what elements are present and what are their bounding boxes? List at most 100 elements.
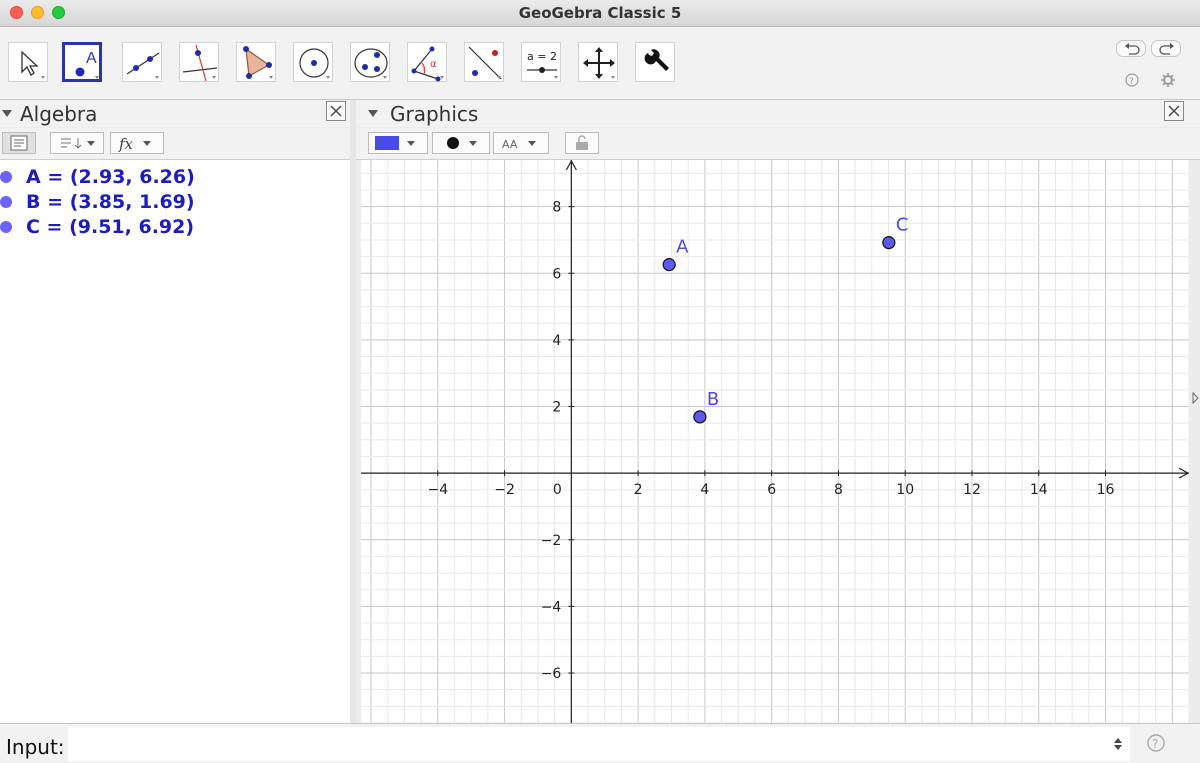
reflect-tool-button[interactable] — [464, 42, 504, 82]
graphics-plot[interactable]: −4 −2 0 2 4 6 8 10 12 14 16 8 6 4 2 −2 −4 −6 A B C — [361, 160, 1189, 723]
polygon-icon — [243, 46, 273, 79]
input-label: Input: — [6, 735, 65, 759]
color-dropdown[interactable] — [368, 132, 428, 154]
graphics-view-title: Graphics — [390, 102, 479, 126]
lock-toggle[interactable] — [565, 132, 599, 154]
y-tick-label: 2 — [552, 400, 561, 416]
angle-tool-button[interactable]: α — [407, 42, 447, 82]
slider-icon: a = 2 — [527, 50, 558, 79]
svg-text:fx: fx — [118, 135, 134, 153]
y-tick-label: −4 — [541, 599, 562, 615]
svg-text:?: ? — [1129, 77, 1134, 87]
x-tick-label: 12 — [963, 482, 981, 498]
algebra-item-c[interactable]: C = (9.51, 6.92) — [0, 215, 340, 239]
algebra-item-text: C = (9.51, 6.92) — [26, 216, 195, 238]
sort-icon — [61, 138, 95, 149]
point-b — [693, 410, 707, 424]
sort-objects-dropdown[interactable] — [50, 132, 104, 154]
y-tick-label: −2 — [541, 533, 562, 549]
input-field[interactable] — [68, 727, 1130, 761]
input-bar: Input: ? — [0, 723, 1200, 763]
x-tick-label: −4 — [427, 482, 448, 498]
line-tool-button[interactable] — [122, 42, 162, 82]
four-way-arrow-icon — [583, 47, 615, 79]
input-help-icon[interactable]: ? — [1146, 733, 1166, 753]
algebra-view-header: Algebra — [0, 100, 352, 127]
window-title: GeoGebra Classic 5 — [518, 4, 682, 22]
algebra-view-title: Algebra — [20, 102, 98, 126]
window-title-bar: GeoGebra Classic 5 — [0, 0, 1200, 27]
graphics-close-button[interactable] — [1164, 101, 1184, 121]
color-swatch-icon — [375, 136, 415, 150]
graphics-style-bar: AA — [356, 128, 1200, 160]
algebra-style-bar: fx — [0, 128, 352, 160]
close-icon — [1168, 105, 1180, 117]
move-tool-button[interactable] — [8, 42, 48, 82]
slider-value-label: a = 2 — [527, 50, 557, 63]
main-toolbar: A α a = 2 ? — [0, 27, 1200, 100]
x-tick-label: −2 — [494, 482, 515, 498]
algebra-close-button[interactable] — [326, 101, 346, 121]
reflect-about-line-icon — [468, 46, 502, 80]
algebra-item-a[interactable]: A = (2.93, 6.26) — [0, 165, 340, 189]
slider-tool-button[interactable]: a = 2 — [521, 42, 561, 82]
point-icon: A — [75, 50, 99, 79]
svg-text:?: ? — [1152, 737, 1158, 751]
x-tick-label: 8 — [834, 482, 843, 498]
y-tick-label: 8 — [552, 200, 561, 216]
algebra-item-b[interactable]: B = (3.85, 1.69) — [0, 190, 340, 214]
y-tick-label: −6 — [541, 666, 562, 682]
x-tick-label: 10 — [896, 482, 914, 498]
y-tick-label: 6 — [552, 266, 561, 282]
perpendicular-line-icon — [182, 44, 218, 82]
visibility-toggle-b[interactable] — [0, 196, 12, 208]
circle-tool-button[interactable] — [293, 42, 333, 82]
graphics-collapse-icon[interactable] — [368, 110, 378, 117]
graphics-view-header: Graphics — [356, 100, 1200, 127]
circle-through-points-tool-button[interactable] — [350, 42, 390, 82]
point-tool-letter: A — [86, 50, 97, 67]
visibility-toggle-a[interactable] — [0, 171, 12, 183]
input-history-arrows-icon[interactable] — [1112, 736, 1124, 752]
wrench-icon — [644, 49, 669, 71]
algebra-list: A = (2.93, 6.26) B = (3.85, 1.69) C = (9… — [0, 160, 351, 723]
angle-alpha-label: α — [430, 59, 437, 70]
point-label-a: A — [676, 237, 689, 258]
undo-icon — [1125, 43, 1140, 55]
polygon-tool-button[interactable] — [236, 42, 276, 82]
auxiliary-objects-toggle[interactable] — [2, 132, 36, 154]
y-tick-label: 4 — [552, 333, 561, 349]
tools-settings-tool-button[interactable] — [635, 42, 675, 82]
x-tick-label: 0 — [553, 482, 562, 498]
redo-button[interactable] — [1151, 40, 1181, 57]
label-style-dropdown[interactable]: AA — [493, 132, 549, 154]
view-edge-handle[interactable] — [1190, 160, 1200, 723]
unlock-icon — [576, 135, 588, 150]
perpendicular-line-tool-button[interactable] — [179, 42, 219, 82]
font-size-label: AA — [502, 138, 518, 151]
gear-icon[interactable] — [1160, 72, 1176, 88]
point-style-dropdown[interactable] — [432, 132, 490, 154]
help-icon[interactable]: ? — [1124, 72, 1140, 88]
x-tick-label: 14 — [1030, 482, 1048, 498]
point-c — [882, 236, 896, 250]
point-tool-button[interactable]: A — [62, 42, 102, 82]
graphics-canvas[interactable]: −4 −2 0 2 4 6 8 10 12 14 16 8 6 4 2 −2 −4 −6 A B C — [361, 160, 1189, 723]
point-a — [662, 258, 676, 272]
point-label-c: C — [896, 215, 909, 236]
visibility-toggle-c[interactable] — [0, 221, 12, 233]
close-icon — [330, 105, 342, 117]
view-splitter[interactable] — [350, 100, 356, 723]
redo-icon — [1159, 43, 1174, 55]
angle-icon: α — [411, 46, 444, 82]
x-tick-label: 4 — [700, 482, 709, 498]
description-mode-dropdown[interactable]: fx — [110, 132, 164, 154]
x-tick-label: 16 — [1097, 482, 1115, 498]
move-graphics-view-tool-button[interactable] — [578, 42, 618, 82]
algebra-item-text: B = (3.85, 1.69) — [26, 191, 195, 213]
font-size-icon: AA — [502, 138, 536, 151]
undo-button[interactable] — [1116, 40, 1146, 57]
circle-three-points-icon — [354, 48, 388, 79]
algebra-collapse-icon[interactable] — [2, 110, 12, 117]
x-tick-label: 2 — [634, 482, 643, 498]
